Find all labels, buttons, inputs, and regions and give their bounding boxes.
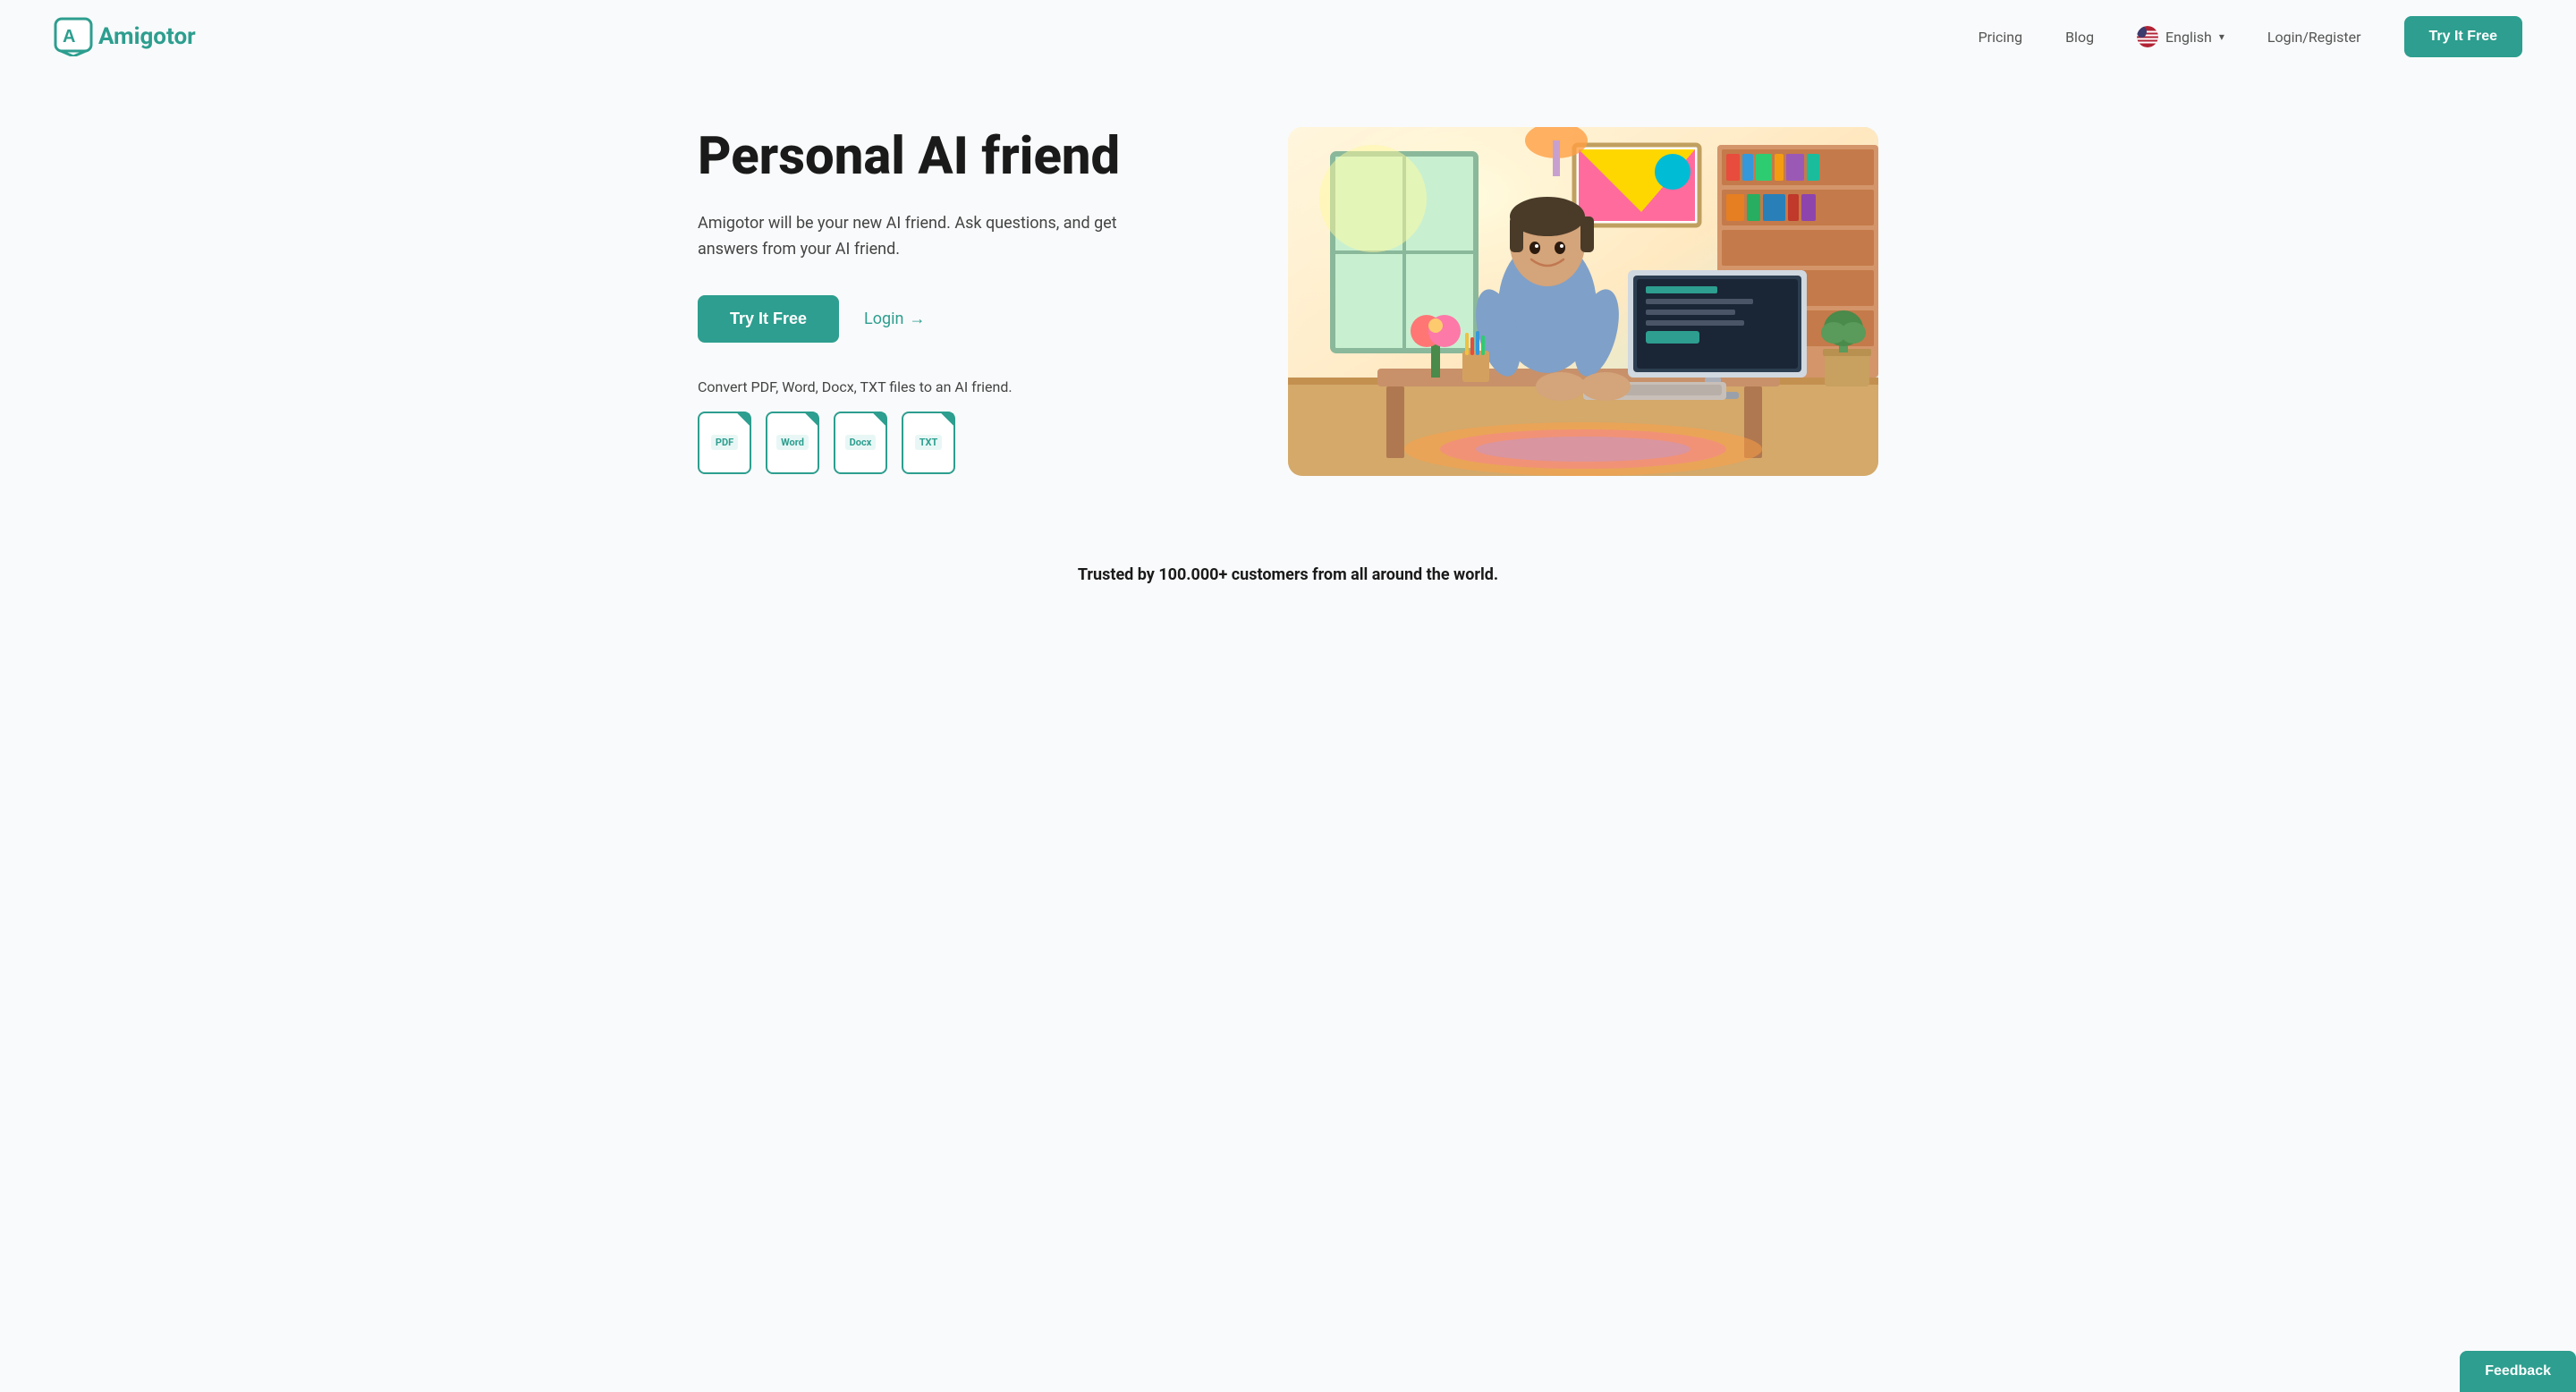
file-icon-docx: Docx (834, 412, 887, 474)
word-label: Word (776, 435, 809, 450)
hero-image (1288, 127, 1878, 476)
hero-convert-text: Convert PDF, Word, Docx, TXT files to an… (698, 378, 1216, 395)
txt-label: TXT (915, 435, 943, 450)
file-icons: PDF Word Docx TXT (698, 412, 1216, 474)
navbar: A Amigotor Pricing Blog English ▾ Login/… (0, 0, 2576, 73)
file-icon-pdf: PDF (698, 412, 751, 474)
login-register-link[interactable]: Login/Register (2267, 29, 2361, 46)
nav-blog[interactable]: Blog (2065, 29, 2094, 46)
language-selector[interactable]: English ▾ (2137, 26, 2224, 47)
hero-title: Personal AI friend (698, 129, 1216, 186)
file-icon-txt: TXT (902, 412, 955, 474)
logo[interactable]: A Amigotor (54, 17, 196, 56)
trusted-section: Trusted by 100.000+ customers from all a… (0, 512, 2576, 620)
feedback-button[interactable]: Feedback (2460, 1351, 2576, 1392)
svg-text:A: A (63, 27, 75, 47)
hero-illustration (1288, 127, 1878, 476)
nav-pricing[interactable]: Pricing (1979, 29, 2023, 46)
trusted-text: Trusted by 100.000+ customers from all a… (54, 565, 2522, 584)
logo-icon: A (54, 17, 93, 56)
docx-label: Docx (845, 435, 877, 450)
navbar-try-it-free-button[interactable]: Try It Free (2404, 16, 2522, 57)
chevron-down-icon: ▾ (2219, 30, 2224, 43)
hero-left: Personal AI friend Amigotor will be your… (698, 129, 1216, 473)
us-flag-icon (2137, 26, 2158, 47)
nav-links: Pricing Blog English ▾ Login/Register Tr… (1979, 16, 2522, 57)
hero-login-link[interactable]: Login → (864, 310, 925, 328)
hero-login-text: Login (864, 310, 903, 328)
hero-login-arrow: → (909, 310, 925, 328)
pdf-label: PDF (711, 435, 738, 450)
hero-right (1270, 127, 1878, 476)
hero-section: Personal AI friend Amigotor will be your… (644, 73, 1932, 512)
file-icon-word: Word (766, 412, 819, 474)
hero-buttons: Try It Free Login → (698, 295, 1216, 343)
hero-try-it-free-button[interactable]: Try It Free (698, 295, 839, 343)
hero-subtitle: Amigotor will be your new AI friend. Ask… (698, 211, 1163, 263)
logo-text: Amigotor (98, 23, 196, 50)
language-label: English (2165, 29, 2212, 46)
